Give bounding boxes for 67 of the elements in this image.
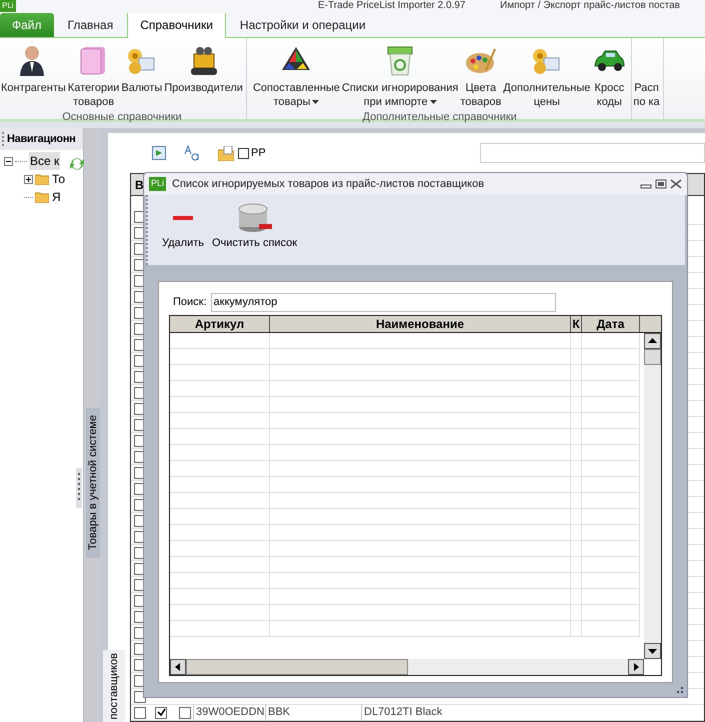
column-header[interactable]: Артикул [170, 316, 270, 332]
ribbon-button[interactable]: Валюты [120, 44, 164, 95]
ribbon-button[interactable]: Расп по ка [632, 44, 661, 109]
check-icon [156, 708, 166, 717]
ribbon-button[interactable]: Контрагенты [0, 44, 67, 95]
folder-icon [35, 191, 49, 203]
tree-item[interactable]: Все к [29, 152, 60, 170]
search-field[interactable] [480, 143, 705, 163]
ribbon-button[interactable]: Списки игнорирования при импорте [340, 44, 460, 109]
ribbon-button[interactable]: Кросс коды [591, 44, 628, 109]
collapse-icon[interactable] [4, 156, 13, 166]
scroll-thumb[interactable] [186, 659, 408, 675]
column-header[interactable]: Дата [582, 316, 640, 332]
database-icon [236, 203, 273, 233]
scroll-thumb[interactable] [644, 349, 661, 365]
export-icon [152, 146, 166, 160]
scroll-right-icon [628, 659, 644, 675]
checkbox[interactable] [134, 706, 146, 718]
checkbox[interactable] [238, 148, 249, 158]
toolbar-button[interactable]: Удалить [162, 203, 204, 252]
ribbon-tab[interactable]: Настройки и операции [226, 13, 380, 37]
column-header[interactable]: К [571, 316, 582, 332]
splitter-grip-icon [76, 468, 82, 508]
column-header[interactable]: Наименование [270, 316, 571, 332]
folder-icon [218, 146, 234, 160]
table-cell: DL7012TI Black [361, 704, 442, 721]
ribbon-button[interactable]: Сопоставленные товары [252, 44, 341, 109]
window-subtitle: Импорт / Экспорт прайс-листов постав [500, 0, 680, 12]
dropdown-caret-icon [312, 100, 320, 104]
resize-grip-icon [677, 687, 683, 693]
maximize-icon[interactable] [655, 179, 667, 189]
ribbon-button[interactable]: Производители [163, 44, 244, 95]
vertical-scrollbar[interactable] [644, 333, 661, 659]
checkbox[interactable] [155, 706, 167, 718]
scroll-left-icon [170, 659, 186, 675]
close-icon[interactable] [670, 179, 682, 189]
table-cell: 39W0OEDDN [193, 704, 265, 721]
window-title: E-Trade PriceList Importer 2.0.97 [318, 0, 466, 12]
checkbox-label: PP [251, 146, 266, 161]
ribbon-button[interactable]: Категории товаров [66, 44, 120, 109]
checkbox[interactable] [179, 706, 191, 718]
ribbon-group-label: Основные справочники [61, 110, 183, 125]
app-logo: PLi [0, 0, 16, 12]
ribbon-tab[interactable]: Файл [0, 13, 54, 37]
scroll-up-icon [644, 333, 661, 349]
toolbar-button[interactable]: Очистить список [212, 203, 298, 252]
ribbon-tab[interactable]: Главная [54, 13, 128, 37]
expand-icon[interactable] [24, 174, 33, 184]
minus-icon [173, 216, 193, 220]
font-icon [184, 145, 200, 161]
ribbon-tab[interactable]: Справочники [127, 11, 226, 38]
refresh-icon [68, 156, 86, 172]
dialog-title: Список игнорируемых товаров из прайс-листов поставщиков [172, 176, 484, 192]
horizontal-scrollbar[interactable] [170, 659, 644, 675]
field-label: Поиск: [173, 294, 207, 310]
tree-item[interactable]: Я [51, 188, 62, 206]
scroll-down-icon [644, 643, 661, 659]
ribbon-group-label: Дополнительные справочники [362, 110, 518, 125]
tree-item[interactable]: То [51, 170, 66, 188]
ribbon-button[interactable]: Цвета товаров [459, 44, 502, 109]
ribbon-button[interactable]: Дополнительные цены [502, 44, 592, 109]
dropdown-caret-icon [430, 100, 437, 104]
folder-icon [35, 173, 49, 185]
search-field[interactable]: аккумулятор [210, 292, 556, 312]
panel-title: Навигационн [7, 132, 76, 147]
table-cell: BBK [265, 704, 361, 721]
app-logo: PLi [149, 177, 166, 191]
